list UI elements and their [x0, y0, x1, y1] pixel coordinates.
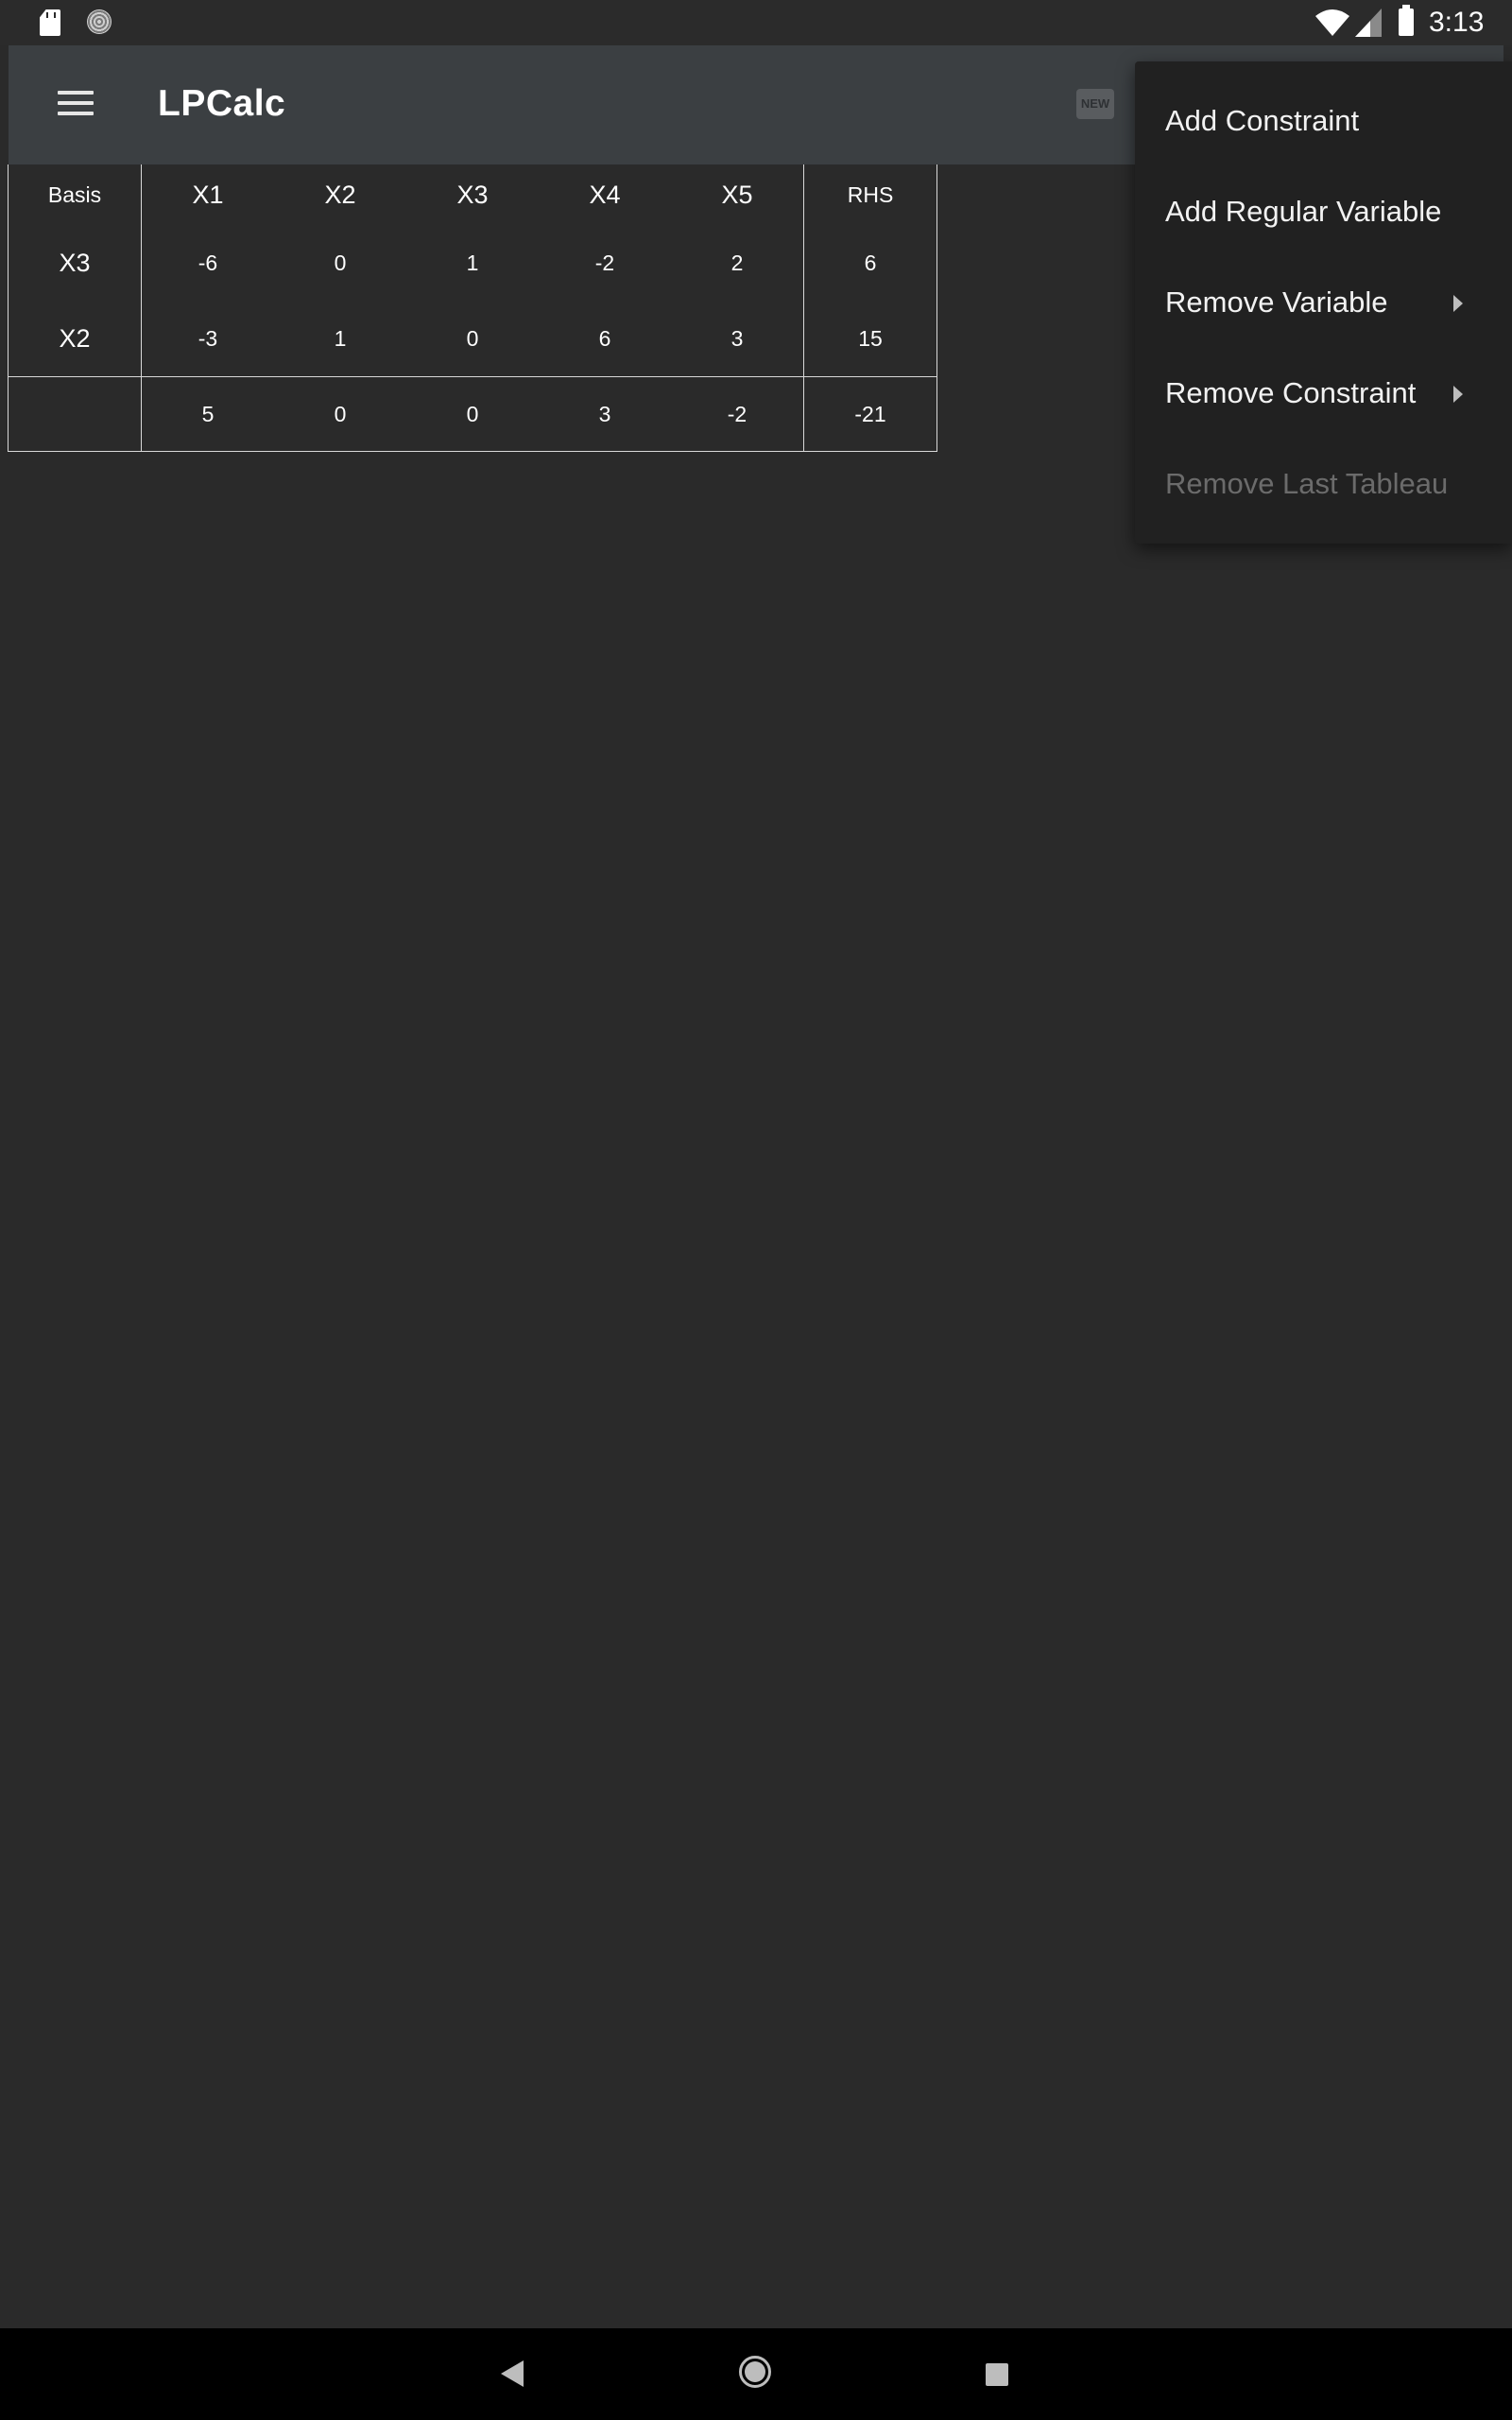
objective-basis-cell — [8, 376, 142, 452]
tableau-cell[interactable]: 3 — [671, 301, 804, 377]
objective-cell[interactable]: 0 — [274, 376, 406, 452]
tableau-header-row: Basis X1 X2 X3 X4 X5 RHS — [8, 164, 937, 225]
app-title: LPCalc — [158, 83, 286, 124]
tableau-cell[interactable]: 1 — [274, 301, 406, 377]
header-cell-x1[interactable]: X1 — [142, 164, 275, 225]
navigation-bar — [0, 2328, 1512, 2420]
simplex-tableau: Basis X1 X2 X3 X4 X5 RHS X3 -6 0 1 -2 2 … — [8, 164, 937, 452]
submenu-arrow-icon — [1453, 386, 1463, 403]
header-cell-basis: Basis — [8, 164, 142, 225]
rhs-cell[interactable]: 6 — [803, 225, 937, 301]
submenu-arrow-icon — [1453, 295, 1463, 312]
header-cell-x3[interactable]: X3 — [406, 164, 539, 225]
home-icon[interactable] — [739, 2356, 771, 2388]
menu-item-label: Add Constraint — [1165, 104, 1360, 137]
sd-card-icon — [40, 9, 60, 36]
objective-cell[interactable]: 5 — [141, 376, 274, 452]
tableau-cell[interactable]: -6 — [142, 225, 275, 301]
sync-icon — [87, 9, 112, 34]
signal-icon — [1355, 9, 1382, 37]
basis-cell[interactable]: X3 — [8, 225, 142, 301]
tableau-cell[interactable]: -2 — [539, 225, 671, 301]
tableau-cell[interactable]: 2 — [671, 225, 804, 301]
tableau-cell[interactable]: 0 — [406, 301, 539, 377]
menu-item-label: Remove Constraint — [1165, 376, 1417, 409]
header-cell-x4[interactable]: X4 — [539, 164, 671, 225]
objective-cell[interactable]: 0 — [406, 376, 539, 452]
recents-icon[interactable] — [986, 2363, 1008, 2386]
menu-item-label: Remove Last Tableau — [1165, 467, 1449, 500]
menu-item-add-constraint[interactable]: Add Constraint — [1135, 78, 1512, 168]
table-row: X2 -3 1 0 6 3 15 — [8, 301, 937, 377]
table-row: X3 -6 0 1 -2 2 6 — [8, 225, 937, 301]
rhs-cell[interactable]: 15 — [803, 301, 937, 377]
battery-icon — [1399, 5, 1414, 36]
back-icon[interactable] — [501, 2360, 524, 2387]
menu-icon[interactable] — [58, 89, 94, 117]
status-bar: 3:13 — [0, 0, 1512, 45]
header-cell-x5[interactable]: X5 — [671, 164, 804, 225]
new-icon[interactable]: NEW — [1076, 89, 1114, 119]
menu-item-add-regular-variable[interactable]: Add Regular Variable — [1135, 168, 1512, 259]
menu-item-remove-last-tableau: Remove Last Tableau — [1135, 441, 1512, 531]
tableau-cell[interactable]: 6 — [539, 301, 671, 377]
objective-row: 5 0 0 3 -2 -21 — [8, 376, 937, 452]
menu-item-label: Add Regular Variable — [1165, 195, 1442, 228]
tableau-cell[interactable]: 0 — [274, 225, 406, 301]
overflow-menu: Add Constraint Add Regular Variable Remo… — [1135, 61, 1512, 544]
basis-cell[interactable]: X2 — [8, 301, 142, 377]
status-time: 3:13 — [1429, 7, 1485, 38]
tableau-cell[interactable]: -3 — [142, 301, 275, 377]
wifi-icon — [1315, 9, 1349, 36]
header-cell-rhs: RHS — [803, 164, 937, 225]
menu-item-remove-variable[interactable]: Remove Variable — [1135, 259, 1512, 350]
header-cell-x2[interactable]: X2 — [274, 164, 406, 225]
objective-cell[interactable]: -2 — [671, 376, 804, 452]
tableau-cell[interactable]: 1 — [406, 225, 539, 301]
objective-rhs-cell[interactable]: -21 — [803, 376, 937, 452]
menu-item-remove-constraint[interactable]: Remove Constraint — [1135, 350, 1512, 441]
menu-item-label: Remove Variable — [1165, 285, 1388, 319]
objective-cell[interactable]: 3 — [539, 376, 671, 452]
